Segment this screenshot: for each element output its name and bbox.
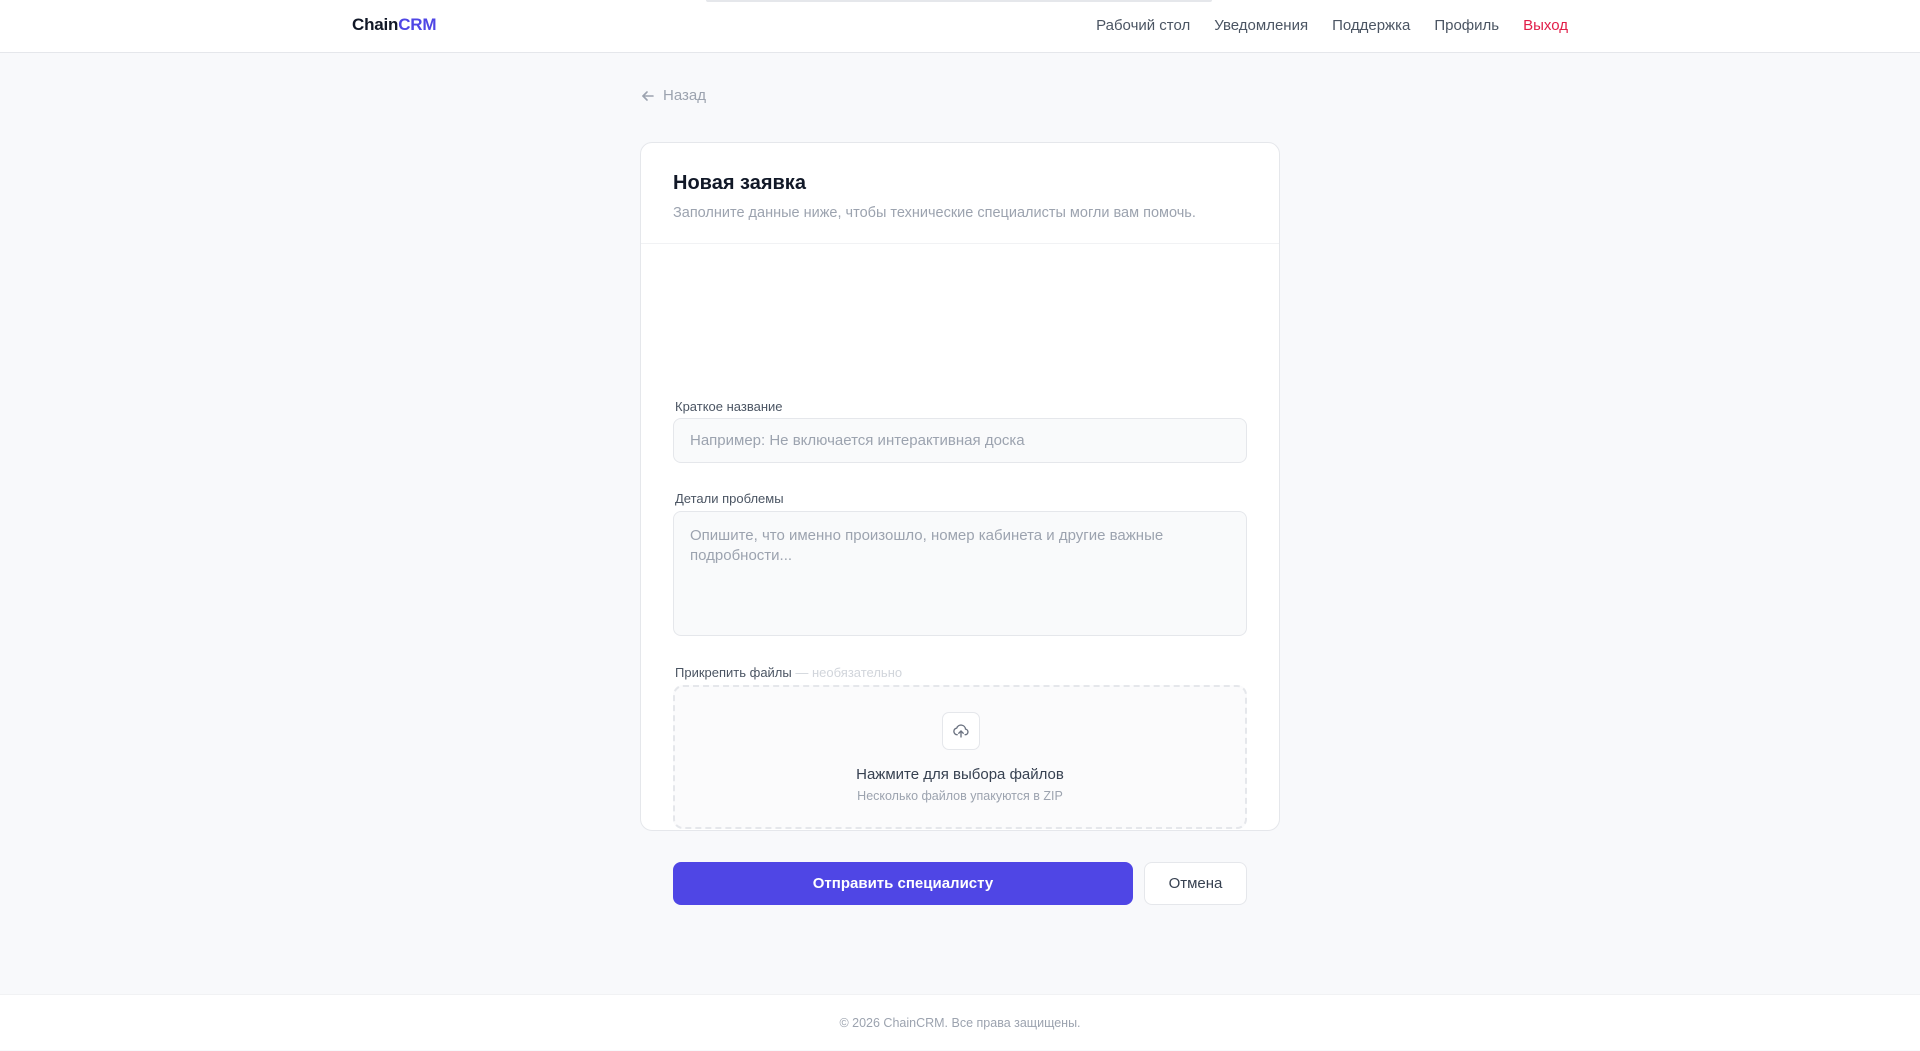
navbar-overlay-edge <box>706 0 1212 2</box>
brand-name-accent: CRM <box>398 15 437 34</box>
nav-item-profile[interactable]: Профиль <box>1434 17 1499 34</box>
card-header: Новая заявка Заполните данные ниже, чтоб… <box>641 143 1279 244</box>
cancel-button[interactable]: Отмена <box>1144 862 1247 905</box>
upload-icon-box <box>942 712 980 750</box>
nav-item-logout[interactable]: Выход <box>1523 17 1568 34</box>
back-link-label: Назад <box>663 87 706 104</box>
short-title-label: Краткое название <box>675 399 783 414</box>
dropzone-title: Нажмите для выбора файлов <box>856 766 1064 783</box>
page-title: Новая заявка <box>673 172 806 194</box>
brand-name-main: Chain <box>352 15 399 34</box>
details-textarea[interactable] <box>673 511 1247 636</box>
back-link[interactable]: Назад <box>640 87 706 104</box>
nav-item-notifications[interactable]: Уведомления <box>1214 17 1308 34</box>
arrow-left-icon <box>642 90 654 101</box>
attachments-label: Прикрепить файлы — необязательно <box>675 665 902 680</box>
nav-item-support[interactable]: Поддержка <box>1332 17 1410 34</box>
page-subtitle: Заполните данные ниже, чтобы технические… <box>673 205 1196 221</box>
top-navbar: ChainCRM Рабочий стол Уведомления Поддер… <box>0 0 1920 53</box>
file-dropzone[interactable]: Нажмите для выбора файлов Несколько файл… <box>673 685 1247 829</box>
footer-copyright: © 2026 ChainCRM. Все права защищены. <box>839 1016 1081 1030</box>
new-ticket-card: Новая заявка Заполните данные ниже, чтоб… <box>640 142 1280 905</box>
attachments-label-text: Прикрепить файлы <box>675 665 792 680</box>
footer: © 2026 ChainCRM. Все права защищены. <box>0 994 1920 1050</box>
submit-button[interactable]: Отправить специалисту <box>673 862 1133 905</box>
attachments-optional-note: — необязательно <box>795 665 903 680</box>
short-title-input[interactable] <box>673 418 1247 463</box>
upload-cloud-icon <box>953 724 969 738</box>
brand-logo[interactable]: ChainCRM <box>352 15 437 35</box>
dropzone-hint: Несколько файлов упакуются в ZIP <box>857 789 1063 803</box>
nav-item-dashboard[interactable]: Рабочий стол <box>1096 17 1190 34</box>
details-label: Детали проблемы <box>675 491 784 506</box>
main-nav: Рабочий стол Уведомления Поддержка Профи… <box>1096 17 1568 34</box>
